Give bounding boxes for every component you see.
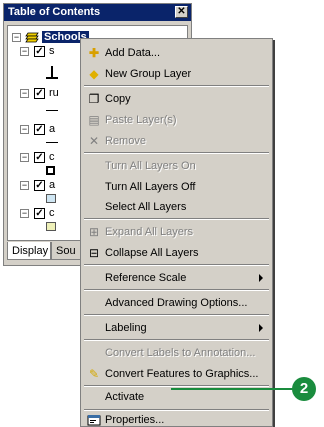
legend-symbol [46, 166, 55, 175]
menu-item-properties[interactable]: Properties... [83, 403, 270, 427]
menu-item-copy[interactable]: ❐ Copy [83, 88, 270, 110]
add-data-icon: ✚ [88, 46, 100, 60]
menu-item-labeling[interactable]: Labeling [83, 317, 270, 339]
layer-visibility-checkbox[interactable]: ✓ [34, 123, 45, 135]
menu-item-label: Expand All Layers [105, 226, 194, 238]
menu-item-collapse-all-layers[interactable]: ⊟ Collapse All Layers [83, 242, 270, 264]
layer-label[interactable]: c [49, 151, 55, 163]
menu-item-label: Turn All Layers Off [105, 181, 196, 193]
layer-row[interactable]: − ✓ s [20, 44, 55, 58]
menu-item-select-all-layers[interactable]: Select All Layers [83, 196, 270, 218]
collapse-icon: ⊟ [88, 246, 100, 260]
menu-item-label: Remove [105, 135, 146, 147]
layer-visibility-checkbox[interactable]: ✓ [34, 151, 45, 163]
menu-item-label: Paste Layer(s) [105, 114, 177, 126]
properties-icon [86, 413, 102, 427]
menu-item-label: Labeling [105, 322, 147, 334]
menu-item-label: Add Data... [105, 47, 161, 59]
collapse-icon[interactable]: − [20, 208, 29, 218]
menu-separator [84, 339, 269, 341]
layer-row[interactable]: − ✓ ru [20, 86, 59, 100]
menu-item-turn-all-layers-on[interactable]: Turn All Layers On [83, 155, 270, 177]
menu-separator [84, 218, 269, 220]
layer-label[interactable]: c [49, 207, 55, 219]
paste-icon: ▤ [88, 113, 100, 127]
legend-symbol [46, 142, 58, 143]
collapse-icon[interactable]: − [20, 46, 29, 56]
menu-item-new-group-layer[interactable]: ◆ New Group Layer [83, 63, 270, 85]
menu-item-add-data[interactable]: ✚ Add Data... [83, 42, 270, 64]
callout-step-badge: 2 [292, 377, 316, 401]
layer-row[interactable]: − ✓ c [20, 206, 55, 220]
submenu-arrow-icon [259, 324, 263, 332]
menu-separator [84, 85, 269, 87]
menu-item-label: Turn All Layers On [105, 160, 196, 172]
menu-separator [84, 289, 269, 291]
toc-title: Table of Contents [8, 6, 101, 18]
menu-item-label: Reference Scale [105, 272, 187, 284]
menu-item-label: Convert Labels to Annotation... [105, 347, 256, 359]
group-layer-icon: ◆ [89, 67, 99, 81]
menu-item-label: Advanced Drawing Options... [105, 297, 248, 309]
menu-item-remove[interactable]: ✕ Remove [83, 130, 270, 152]
menu-separator [84, 152, 269, 154]
group-layer-icon [25, 32, 39, 42]
menu-item-reference-scale[interactable]: Reference Scale [83, 267, 270, 289]
layer-label[interactable]: a [49, 179, 55, 191]
menu-separator [84, 314, 269, 316]
layer-visibility-checkbox[interactable]: ✓ [34, 87, 45, 99]
collapse-icon[interactable]: − [20, 88, 29, 98]
remove-icon: ✕ [88, 134, 100, 148]
context-menu: ✚ Add Data... ◆ New Group Layer ❐ Copy ▤… [80, 38, 273, 427]
collapse-icon[interactable]: − [20, 124, 29, 134]
menu-item-label: New Group Layer [105, 68, 192, 80]
legend-symbol [46, 77, 58, 79]
layer-row[interactable]: − ✓ a [20, 122, 55, 136]
menu-item-label: Copy [105, 93, 131, 105]
menu-item-label: Properties... [105, 414, 165, 426]
menu-item-expand-all-layers[interactable]: ⊞ Expand All Layers [83, 221, 270, 243]
close-icon[interactable]: ✕ [175, 6, 188, 18]
collapse-icon[interactable]: − [20, 152, 29, 162]
copy-icon: ❐ [88, 92, 100, 106]
menu-item-label: Activate [105, 391, 145, 403]
legend-swatch [46, 222, 56, 231]
layer-visibility-checkbox[interactable]: ✓ [34, 207, 45, 219]
expand-icon: ⊞ [88, 225, 100, 239]
menu-item-advanced-drawing-options[interactable]: Advanced Drawing Options... [83, 292, 270, 314]
menu-item-label: Collapse All Layers [105, 247, 199, 259]
submenu-arrow-icon [259, 274, 263, 282]
menu-item-convert-labels-to-annotation[interactable]: Convert Labels to Annotation... [83, 342, 270, 364]
callout-leader-line [171, 388, 293, 390]
layer-label[interactable]: a [49, 123, 55, 135]
menu-item-paste-layers[interactable]: ▤ Paste Layer(s) [83, 109, 270, 131]
collapse-icon[interactable]: − [12, 32, 21, 42]
menu-separator [84, 264, 269, 266]
menu-item-turn-all-layers-off[interactable]: Turn All Layers Off [83, 176, 270, 198]
layer-label[interactable]: ru [49, 87, 59, 99]
toc-title-bar[interactable]: Table of Contents ✕ [4, 4, 191, 21]
legend-swatch [46, 194, 56, 203]
collapse-icon[interactable]: − [20, 180, 29, 190]
layer-row[interactable]: − ✓ c [20, 150, 55, 164]
layer-visibility-checkbox[interactable]: ✓ [34, 45, 45, 57]
layer-label[interactable]: s [49, 45, 55, 57]
group-layer-row[interactable]: − Schools [12, 30, 89, 44]
tab-display[interactable]: Display [7, 242, 51, 260]
properties-icon-graphic [87, 415, 101, 426]
layer-visibility-checkbox[interactable]: ✓ [34, 179, 45, 191]
menu-item-label: Select All Layers [105, 201, 187, 213]
legend-symbol [46, 110, 58, 111]
layer-row[interactable]: − ✓ a [20, 178, 55, 192]
